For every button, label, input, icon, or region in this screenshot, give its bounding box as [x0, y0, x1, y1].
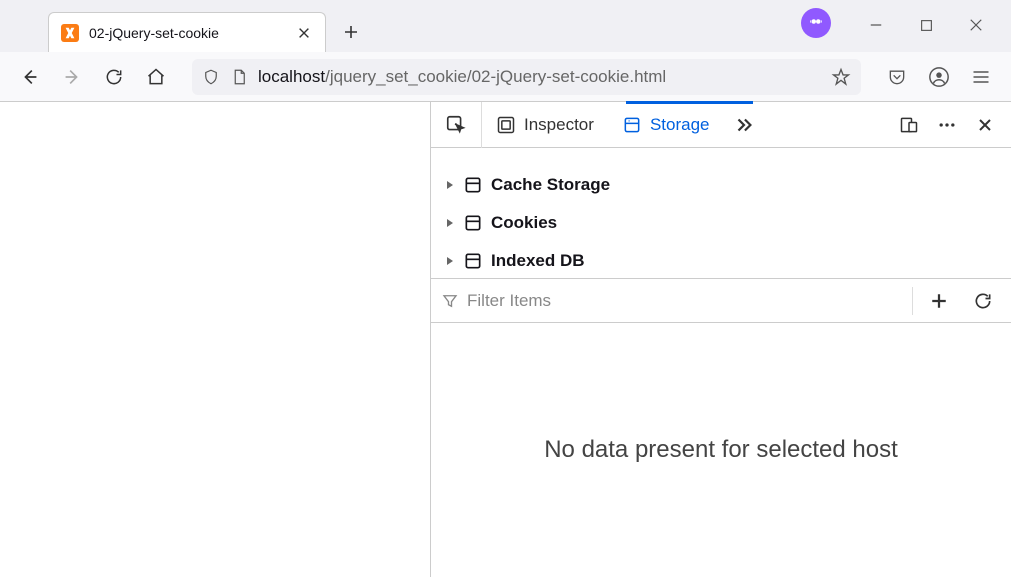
close-tab-button[interactable] [295, 24, 313, 42]
profile-button[interactable] [921, 59, 957, 95]
chevron-right-icon [445, 256, 455, 266]
tree-item-label: Cookies [491, 213, 557, 233]
element-picker-button[interactable] [431, 102, 481, 148]
storage-icon [463, 175, 483, 195]
maximize-button[interactable] [901, 8, 951, 42]
close-window-button[interactable] [951, 8, 1001, 42]
forward-button[interactable] [54, 59, 90, 95]
filter-bar [431, 278, 1011, 322]
tree-item-cache-storage[interactable]: Cache Storage [441, 166, 1001, 204]
home-button[interactable] [138, 59, 174, 95]
shield-icon[interactable] [202, 68, 220, 86]
active-tab-indicator [626, 101, 753, 104]
url-path: /jquery_set_cookie/02-jQuery-set-cookie.… [325, 67, 666, 86]
refresh-button[interactable] [965, 283, 1001, 319]
storage-tree: Cache Storage Cookies Indexed DB [431, 148, 1011, 278]
url-text: localhost/jquery_set_cookie/02-jQuery-se… [258, 67, 666, 87]
tab-storage[interactable]: Storage [608, 102, 724, 148]
devtools-panel: Inspector Storage [430, 102, 1011, 577]
storage-icon [463, 251, 483, 271]
url-host: localhost [258, 67, 325, 86]
no-data-message: No data present for selected host [544, 436, 898, 464]
browser-tab[interactable]: 02-jQuery-set-cookie [48, 12, 326, 52]
reload-button[interactable] [96, 59, 132, 95]
tab-storage-label: Storage [650, 115, 710, 135]
storage-icon [463, 213, 483, 233]
tab-inspector[interactable]: Inspector [481, 102, 608, 148]
xampp-favicon [61, 24, 79, 42]
account-button[interactable] [801, 8, 831, 38]
document-icon [230, 68, 248, 86]
close-devtools-button[interactable] [967, 107, 1003, 143]
menu-button[interactable] [963, 59, 999, 95]
add-button[interactable] [921, 283, 957, 319]
url-bar[interactable]: localhost/jquery_set_cookie/02-jQuery-se… [192, 59, 861, 95]
devtools-toolbar: Inspector Storage [431, 102, 1011, 148]
bookmark-button[interactable] [831, 67, 851, 87]
pocket-button[interactable] [879, 59, 915, 95]
chevron-right-icon [445, 180, 455, 190]
titlebar: 02-jQuery-set-cookie [0, 0, 1011, 52]
tree-item-label: Indexed DB [491, 251, 585, 271]
toolbar: localhost/jquery_set_cookie/02-jQuery-se… [0, 52, 1011, 102]
back-button[interactable] [12, 59, 48, 95]
more-options-button[interactable] [929, 107, 965, 143]
tree-item-indexed-db[interactable]: Indexed DB [441, 242, 1001, 278]
tab-inspector-label: Inspector [524, 115, 594, 135]
filter-input[interactable] [467, 291, 904, 311]
more-tabs-button[interactable] [723, 102, 765, 148]
tree-item-cookies[interactable]: Cookies [441, 204, 1001, 242]
tree-item-label: Cache Storage [491, 175, 610, 195]
filter-icon [441, 292, 459, 310]
page-content [0, 102, 430, 577]
data-area: No data present for selected host [431, 322, 1011, 577]
new-tab-button[interactable] [336, 17, 366, 47]
responsive-design-button[interactable] [891, 107, 927, 143]
minimize-button[interactable] [851, 8, 901, 42]
chevron-right-icon [445, 218, 455, 228]
tab-title: 02-jQuery-set-cookie [89, 25, 285, 41]
